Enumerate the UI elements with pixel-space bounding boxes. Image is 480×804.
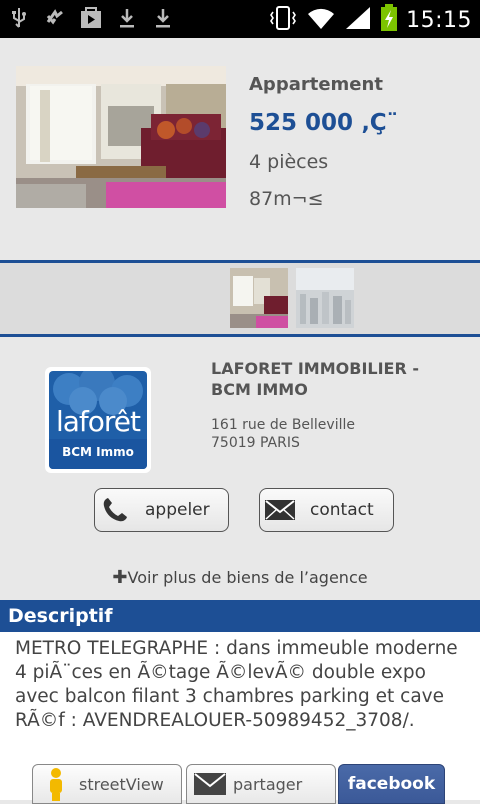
listing-summary: Appartement 525 000 ‚Ç¨ 4 pièces 87m¬≤ bbox=[0, 38, 480, 260]
agency-logo-word: laforêt bbox=[55, 405, 141, 438]
notification-icons bbox=[8, 6, 174, 30]
sync-icon bbox=[44, 6, 66, 30]
property-rooms: 4 pièces bbox=[249, 151, 329, 173]
play-store-icon bbox=[80, 6, 102, 30]
thumbnail-living-room[interactable] bbox=[230, 268, 288, 328]
call-button[interactable]: appeler bbox=[94, 488, 229, 532]
contact-button-label: contact bbox=[310, 500, 374, 520]
description-body: METRO TELEGRAPHE : dans immeuble moderne… bbox=[0, 632, 480, 764]
agency-address: 161 rue de Belleville 75019 PARIS bbox=[211, 416, 355, 452]
phone-icon bbox=[95, 496, 135, 524]
more-agency-listings-link[interactable]: ✚Voir plus de biens de l’agence bbox=[0, 567, 480, 588]
agency-address-line2: 75019 PARIS bbox=[211, 435, 300, 451]
agency-logo-badge: laforêt BCM Immo bbox=[49, 371, 147, 469]
agency-logo-sub: BCM Immo bbox=[62, 445, 134, 459]
property-type: Appartement bbox=[249, 74, 383, 95]
agency-logo[interactable]: laforêt BCM Immo bbox=[45, 367, 151, 473]
usb-icon bbox=[8, 6, 30, 30]
agency-name: LAFORET IMMOBILIER - BCM IMMO bbox=[211, 359, 419, 399]
main-photo[interactable] bbox=[16, 66, 226, 208]
vibrate-icon bbox=[268, 5, 298, 35]
plus-icon: ✚ bbox=[112, 567, 128, 588]
pegman-icon bbox=[33, 767, 79, 801]
thumbnail-city-view[interactable] bbox=[296, 268, 354, 328]
facebook-label: facebook bbox=[347, 774, 436, 794]
mail-icon bbox=[187, 771, 233, 797]
battery-charging-icon bbox=[380, 4, 398, 36]
facebook-button[interactable]: facebook bbox=[338, 764, 445, 804]
share-button[interactable]: partager bbox=[186, 764, 336, 804]
call-button-label: appeler bbox=[145, 500, 210, 520]
download-icon bbox=[116, 6, 138, 30]
property-area: 87m¬≤ bbox=[249, 188, 324, 210]
contact-button[interactable]: contact bbox=[259, 488, 394, 532]
agency-address-line1: 161 rue de Belleville bbox=[211, 417, 355, 433]
share-label: partager bbox=[233, 774, 303, 794]
system-icons: 15:15 bbox=[268, 4, 472, 36]
description-header: Descriptif bbox=[0, 600, 480, 632]
bottom-action-bar: streetView partager facebook bbox=[0, 764, 480, 804]
description-text: METRO TELEGRAPHE : dans immeuble moderne… bbox=[15, 638, 458, 731]
agency-section: laforêt BCM Immo LAFORET IMMOBILIER - BC… bbox=[0, 352, 480, 600]
signal-icon bbox=[344, 5, 372, 35]
status-bar: 15:15 bbox=[0, 0, 480, 38]
streetview-label: streetView bbox=[79, 774, 164, 794]
mail-icon bbox=[260, 498, 300, 522]
clock: 15:15 bbox=[406, 7, 472, 33]
download-icon bbox=[152, 6, 174, 30]
streetview-button[interactable]: streetView bbox=[32, 764, 182, 804]
wifi-icon bbox=[306, 5, 336, 35]
property-price: 525 000 ‚Ç¨ bbox=[249, 110, 399, 136]
photo-thumbnails bbox=[0, 260, 480, 337]
more-agency-listings-label: Voir plus de biens de l’agence bbox=[127, 568, 368, 587]
